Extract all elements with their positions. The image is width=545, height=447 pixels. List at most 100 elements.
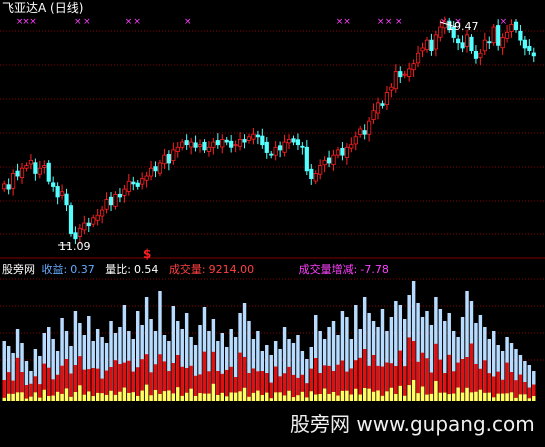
volume-bar-inner [149, 395, 153, 401]
candle-body [304, 146, 309, 172]
volume-bar-inner [269, 398, 273, 401]
candle [220, 134, 225, 154]
candle [95, 208, 100, 226]
volume-bar [527, 365, 532, 401]
candle-body [189, 141, 194, 148]
candle [24, 162, 29, 172]
volume-bar [144, 297, 149, 401]
candle-body [237, 139, 243, 147]
candle-body [19, 167, 25, 179]
candle [371, 103, 376, 124]
volume-bar-inner [144, 384, 149, 401]
volume-bar [371, 321, 376, 401]
candle-body [278, 145, 283, 151]
candle-body [6, 184, 11, 190]
candle [291, 135, 296, 146]
candle-body [122, 188, 127, 196]
candle [42, 160, 47, 174]
candle [362, 124, 367, 140]
volume-bar [362, 297, 367, 401]
volume-bar-inner [425, 394, 429, 401]
volume-bar-inner [487, 392, 491, 401]
volume-bar [429, 325, 434, 401]
volume-bar [376, 327, 380, 401]
candle [6, 178, 11, 195]
volume-bar [220, 333, 224, 401]
candle [140, 172, 145, 190]
volume-bar [149, 319, 153, 401]
volume-bar-inner [20, 392, 24, 401]
candle [131, 176, 136, 191]
volume-bar-inner [371, 391, 376, 401]
volume-bar-inner [509, 392, 514, 401]
volume-bar [153, 331, 158, 401]
candle [15, 163, 20, 181]
candle [135, 179, 140, 190]
volume-bar-inner [305, 397, 309, 401]
candle-body [389, 86, 394, 91]
volume-bar-inner [189, 388, 193, 401]
volume-bar-inner [389, 387, 394, 401]
volume-bar [51, 339, 55, 401]
volume-bar [251, 339, 256, 401]
volume-bar-inner [265, 392, 269, 401]
volume-bar-inner [15, 392, 20, 401]
candle-body [438, 26, 443, 38]
volume-bar [287, 339, 291, 401]
volume-bar-inner [349, 394, 354, 401]
candle-body [135, 182, 140, 187]
candle [242, 134, 247, 149]
volume-bar [6, 346, 11, 401]
volume-bar-inner [443, 392, 447, 401]
candle [46, 160, 51, 185]
volume-bar [216, 341, 220, 401]
candle-body [415, 52, 421, 64]
vol-change-value: -7.78 [360, 263, 389, 276]
volume-bar [305, 359, 309, 401]
candle [433, 30, 438, 57]
candle-body [460, 42, 465, 49]
candle [189, 137, 194, 155]
indicator-name: 股旁网 [2, 263, 35, 276]
volume-bar [60, 318, 64, 401]
volume-bar [238, 313, 242, 401]
candle [295, 133, 301, 150]
volume-bar-inner [465, 387, 469, 401]
volume-bar-inner [176, 387, 180, 401]
volume-bar [425, 311, 429, 401]
candle-body [82, 222, 87, 231]
candle [82, 215, 87, 235]
candle [157, 159, 163, 177]
candle-body [55, 186, 60, 198]
candlestick-series[interactable] [2, 16, 536, 244]
candle-body [224, 139, 229, 143]
volume-bar [162, 335, 167, 401]
candle-body [246, 136, 252, 141]
volume-bars[interactable] [2, 281, 536, 401]
candle-body [175, 146, 180, 152]
volume-bar [82, 335, 87, 401]
volume-bar [309, 347, 313, 401]
volume-bar-inner [505, 393, 509, 401]
candle [456, 34, 461, 51]
candle-body [375, 102, 381, 114]
candle [500, 33, 505, 56]
candle [193, 135, 198, 152]
volume-bar-inner [478, 389, 483, 401]
candle [527, 39, 532, 55]
volume-bar [109, 321, 113, 401]
volume-bar [296, 335, 300, 401]
candle-body [184, 140, 189, 146]
candle [171, 142, 176, 165]
candle [91, 214, 96, 228]
candle-body [487, 41, 492, 44]
candle [398, 66, 403, 83]
candle [202, 139, 207, 154]
volume-bar-inner [474, 391, 478, 401]
candle-body [24, 165, 29, 169]
candle [162, 148, 167, 169]
candle-body [318, 165, 323, 175]
volume-bar [509, 343, 514, 401]
volume-bar [416, 303, 420, 401]
volume-bar-inner [127, 392, 131, 401]
